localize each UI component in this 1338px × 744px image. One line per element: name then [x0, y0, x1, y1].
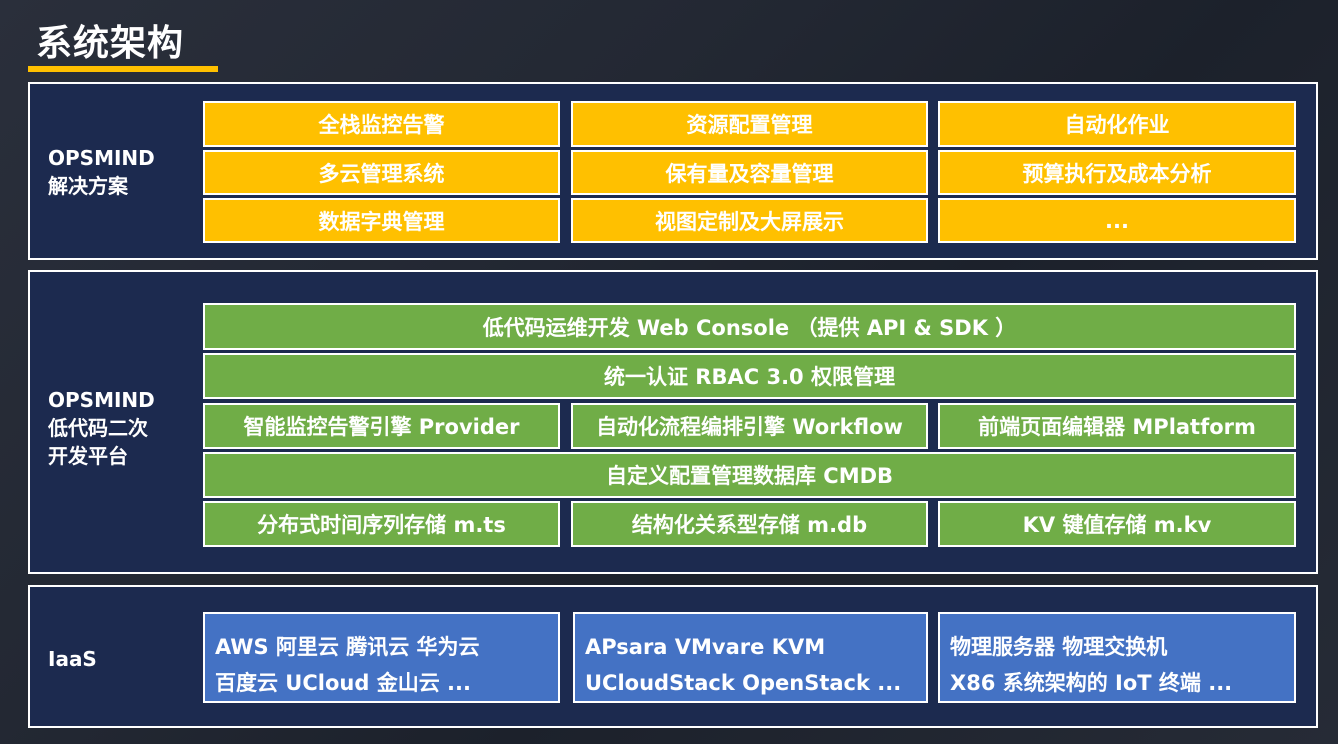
solution-item: 全栈监控告警: [203, 101, 560, 147]
iaas-box-line: X86 系统架构的 IoT 终端 ...: [950, 671, 1233, 695]
cmdb-block: 自定义配置管理数据库 CMDB: [203, 452, 1296, 498]
solution-label-line2: 解决方案: [48, 174, 128, 198]
solution-item: 视图定制及大屏展示: [571, 198, 928, 243]
iaas-label: IaaS: [48, 647, 97, 671]
platform-label: OPSMIND 低代码二次 开发平台: [48, 386, 155, 470]
solution-item: ...: [938, 198, 1296, 243]
title-underline: [28, 66, 218, 72]
engine-block: 自动化流程编排引擎 Workflow: [571, 403, 928, 449]
storage-block: 分布式时间序列存储 m.ts: [203, 501, 560, 547]
rbac-block: 统一认证 RBAC 3.0 权限管理: [203, 353, 1296, 399]
web-console-block: 低代码运维开发 Web Console （提供 API & SDK ）: [203, 303, 1296, 350]
storage-block: 结构化关系型存储 m.db: [571, 501, 928, 547]
solution-item: 自动化作业: [938, 101, 1296, 147]
solution-item: 保有量及容量管理: [571, 150, 928, 195]
solution-item: 预算执行及成本分析: [938, 150, 1296, 195]
platform-label-line1: OPSMIND: [48, 388, 155, 412]
platform-label-line2: 低代码二次: [48, 416, 148, 440]
iaas-box: AWS 阿里云 腾讯云 华为云 百度云 UCloud 金山云 ...: [203, 612, 560, 703]
solution-item: 多云管理系统: [203, 150, 560, 195]
iaas-box: APsara VMvare KVM UCloudStack OpenStack …: [573, 612, 928, 703]
iaas-box-line: UCloudStack OpenStack ...: [585, 671, 902, 695]
solution-item: 数据字典管理: [203, 198, 560, 243]
iaas-box: 物理服务器 物理交换机 X86 系统架构的 IoT 终端 ...: [938, 612, 1296, 703]
solution-label-line1: OPSMIND: [48, 146, 155, 170]
platform-label-line3: 开发平台: [48, 444, 128, 468]
engine-block: 智能监控告警引擎 Provider: [203, 403, 560, 449]
page-title: 系统架构: [36, 23, 185, 64]
engine-block: 前端页面编辑器 MPlatform: [938, 403, 1296, 449]
storage-block: KV 键值存储 m.kv: [938, 501, 1296, 547]
iaas-box-line: 百度云 UCloud 金山云 ...: [215, 671, 471, 695]
solution-item: 资源配置管理: [571, 101, 928, 147]
solution-label: OPSMIND 解决方案: [48, 144, 155, 200]
